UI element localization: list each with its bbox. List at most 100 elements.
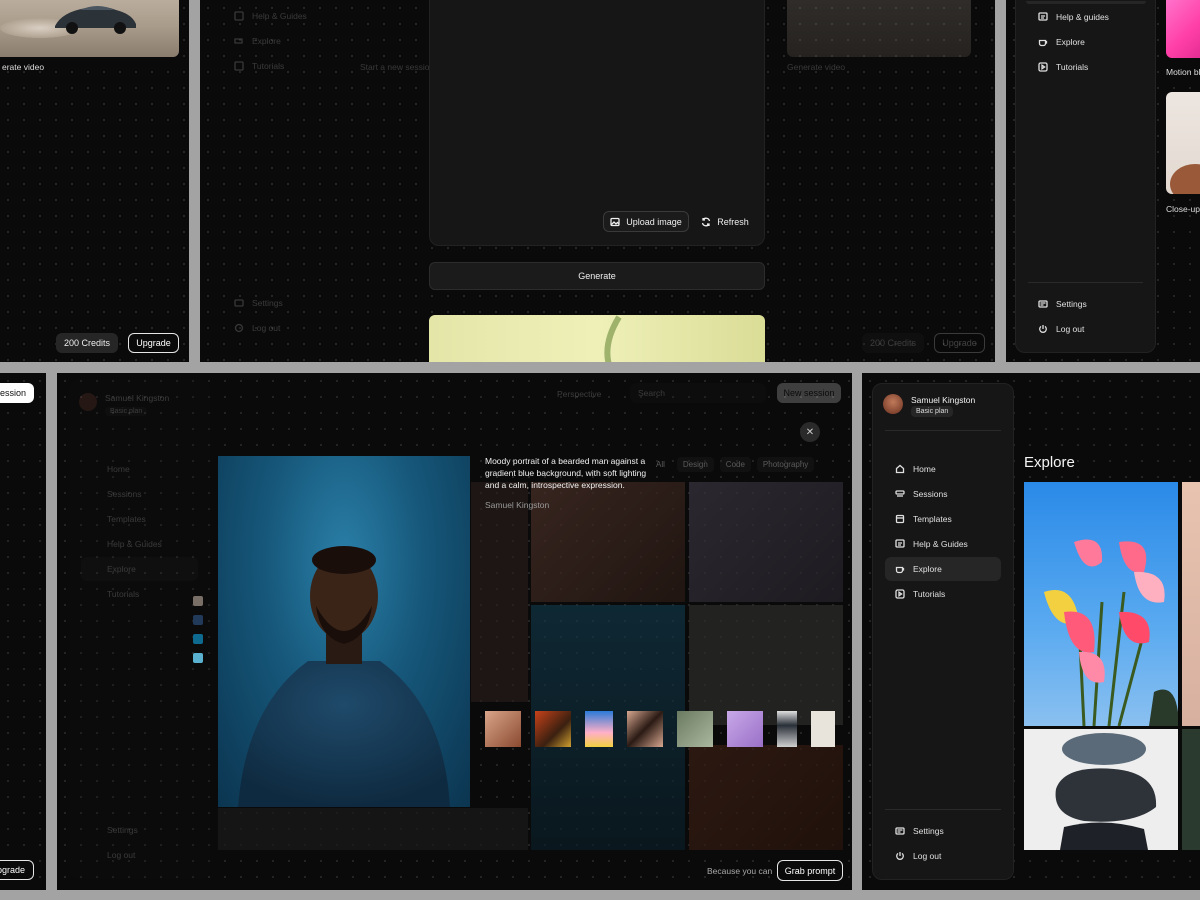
templates-icon <box>895 514 905 524</box>
page-title: Explore <box>1024 454 1075 471</box>
settings-icon <box>234 298 244 308</box>
upload-image-button[interactable]: Upload image <box>603 211 689 232</box>
sidebar-item-help[interactable]: Help & guides <box>1028 5 1143 29</box>
sidebar-item-logout[interactable]: Log out <box>81 843 198 867</box>
motion-blur-thumbnail[interactable] <box>1166 0 1200 58</box>
sidebar-item-tutorials[interactable]: Tutorials <box>885 582 1001 606</box>
swatch-1[interactable] <box>193 596 203 606</box>
modal-main-image <box>218 456 470 807</box>
new-session-button[interactable]: session <box>0 383 34 403</box>
sidebar-item-settings[interactable]: Settings <box>224 291 364 315</box>
refresh-icon <box>701 217 711 227</box>
related-thumb-flowers[interactable] <box>585 711 613 747</box>
explore-image-peach[interactable] <box>1182 482 1200 726</box>
explore-image-stones[interactable] <box>1024 729 1178 850</box>
avatar <box>79 393 97 411</box>
swatch-3[interactable] <box>193 634 203 644</box>
avatar <box>883 394 903 414</box>
swatch-4[interactable] <box>193 653 203 663</box>
sidebar-item-settings[interactable]: Settings <box>81 818 198 842</box>
filter-photography[interactable]: Photography <box>756 457 815 472</box>
sidebar-item-logout[interactable]: Log out <box>1028 317 1143 341</box>
related-thumb-purple[interactable] <box>727 711 763 747</box>
sidebar-item-help[interactable]: Help & Guides <box>81 532 198 556</box>
close-icon: ✕ <box>805 426 815 438</box>
related-thumb-face[interactable] <box>485 711 521 747</box>
sidebar-item-sessions[interactable]: Sessions <box>81 482 198 506</box>
cup-icon <box>1038 37 1048 47</box>
power-icon <box>895 851 905 861</box>
sidebar-item-sessions[interactable]: Sessions <box>885 482 1001 506</box>
panel-left-sliver: session pgrade <box>0 373 46 890</box>
divider-bottom <box>885 809 1001 810</box>
sidebar-item-logout[interactable]: Log out <box>885 844 1001 868</box>
related-thumb-object[interactable] <box>627 711 663 747</box>
sidebar-item-help[interactable]: Help & Guides <box>224 4 364 28</box>
panel-sidebar-top-right: Help & guides Explore Tutorials Settings… <box>1006 0 1200 362</box>
sidebar-item-tutorials[interactable]: Tutorials <box>1028 55 1143 79</box>
color-swatches <box>193 596 203 663</box>
car-thumbnail-dim <box>787 0 971 57</box>
related-thumb-couple[interactable] <box>535 711 571 747</box>
grid-image-face <box>531 482 685 602</box>
search-input[interactable]: Search <box>630 383 766 403</box>
related-thumb-stones[interactable] <box>777 711 797 747</box>
grid-image-left-strip <box>471 482 528 702</box>
generate-button[interactable]: Generate <box>429 262 765 290</box>
credits-badge-dim: 200 Credits <box>862 333 924 353</box>
caption-motion-blur: Motion bl <box>1166 67 1200 77</box>
perspective-label[interactable]: Perspective <box>557 389 601 399</box>
sidebar-item-help[interactable]: Help & Guides <box>885 532 1001 556</box>
right-caption: Generate video <box>787 62 846 72</box>
active-item-edge <box>1026 1 1146 4</box>
related-thumb-branch[interactable] <box>811 711 835 747</box>
sidebar-item-home[interactable]: Home <box>885 457 1001 481</box>
refresh-button[interactable]: Refresh <box>698 211 752 232</box>
play-icon <box>234 61 244 71</box>
swatch-2[interactable] <box>193 615 203 625</box>
divider <box>1028 282 1143 283</box>
sidebar-item-explore[interactable]: Explore <box>885 557 1001 581</box>
image-icon <box>610 217 620 227</box>
sidebar-item-templates[interactable]: Templates <box>81 507 198 531</box>
filter-code[interactable]: Code <box>719 457 751 472</box>
divider <box>885 430 1001 431</box>
help-icon <box>1038 12 1048 22</box>
sidebar-item-tutorials[interactable]: Tutorials <box>81 582 198 606</box>
sidebar: Help & guides Explore Tutorials Settings… <box>1015 0 1156 353</box>
filter-all[interactable]: All <box>650 457 671 472</box>
car-thumbnail[interactable] <box>0 0 179 57</box>
explore-image-flowers[interactable] <box>1024 482 1178 726</box>
close-modal-button[interactable]: ✕ <box>800 422 820 442</box>
sidebar-item-explore[interactable]: Explore <box>81 557 198 581</box>
sidebar-item-explore[interactable]: Explore <box>1028 30 1143 54</box>
sidebar-item-settings[interactable]: Settings <box>1028 292 1143 316</box>
user-name: Samuel Kingston <box>911 395 976 405</box>
grid-image-device <box>689 482 843 602</box>
related-thumb-chair[interactable] <box>677 711 713 747</box>
grab-prompt-button[interactable]: Grab prompt <box>777 860 843 881</box>
sidebar-item-home[interactable]: Home <box>81 457 198 481</box>
plan-badge: Basic plan <box>105 407 148 416</box>
sidebar-item-explore[interactable]: Explore <box>224 29 364 53</box>
panel-explore-page: Samuel Kingston Basic plan Home Sessions… <box>862 373 1200 890</box>
filter-design[interactable]: Design <box>676 457 714 472</box>
upgrade-button[interactable]: pgrade <box>0 860 34 880</box>
sidebar-item-logout[interactable]: Log out <box>224 316 364 340</box>
thumbnail-caption: erate video <box>2 62 45 72</box>
sidebar-item-templates[interactable]: Templates <box>885 507 1001 531</box>
cup-icon <box>895 564 905 574</box>
close-up-thumbnail[interactable] <box>1166 92 1200 194</box>
power-icon <box>234 323 244 333</box>
sidebar-item-tutorials[interactable]: Tutorials <box>224 54 364 78</box>
new-session-button[interactable]: New session <box>777 383 841 403</box>
user-name: Samuel Kingston <box>105 393 170 403</box>
explore-image-green[interactable] <box>1182 729 1200 850</box>
sidebar: Samuel Kingston Basic plan Home Sessions… <box>69 379 210 879</box>
upgrade-button[interactable]: Upgrade <box>128 333 179 353</box>
plan-badge: Basic plan <box>911 406 954 417</box>
upgrade-button-dim[interactable]: Upgrade <box>934 333 985 353</box>
sidebar-item-settings[interactable]: Settings <box>885 819 1001 843</box>
related-thumbnails <box>485 711 835 747</box>
upload-dropzone[interactable]: Upload image Refresh <box>429 0 765 246</box>
